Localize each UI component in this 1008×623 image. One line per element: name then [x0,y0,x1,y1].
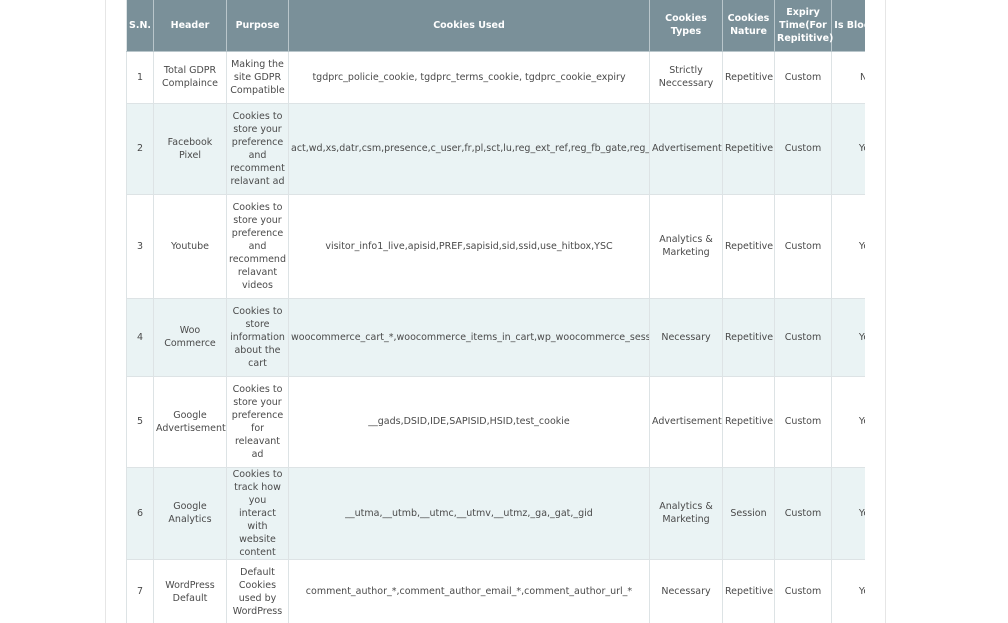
table-row: 3 Youtube Cookies to store your preferen… [126,194,865,299]
header-expiry-time: Expiry Time(For Repititive) [774,0,833,52]
header-cookies-nature: Cookies Nature [722,0,775,52]
cell-purpose: Cookies to store your preference and rec… [226,194,289,299]
header-sn: S.N. [126,0,154,52]
table-row: 1 Total GDPR Complaince Making the site … [126,51,865,104]
cell-expiry: Custom [774,298,832,377]
table-header-row: S.N. Header Purpose Cookies Used Cookies… [126,0,865,52]
cell-cookies-used: __utma,__utmb,__utmc,__utmv,__utmz,_ga,_… [288,467,650,560]
cell-cookies-used: tgdprc_policie_cookie, tgdprc_terms_cook… [288,51,650,104]
cell-sn: 3 [126,194,154,299]
header-purpose: Purpose [226,0,289,52]
cell-cookies-type: Analytics & Marketing [649,194,723,299]
cell-blockable: Yes [831,194,865,299]
cell-purpose: Cookies to store your preference for rel… [226,376,289,468]
table-row: 5 Google Advertisement Cookies to store … [126,376,865,468]
cell-header: Google Analytics [153,467,227,560]
cell-cookies-used: woocommerce_cart_*,woocommerce_items_in_… [288,298,650,377]
header-cookies-types: Cookies Types [649,0,723,52]
cell-blockable: Yes [831,103,865,195]
cell-header: Google Advertisement [153,376,227,468]
table-row: 2 Facebook Pixel Cookies to store your p… [126,103,865,195]
cell-blockable: Yes [831,467,865,560]
cell-sn: 1 [126,51,154,104]
cell-cookies-type: Advertisement [649,376,723,468]
cell-cookies-used: comment_author_*,comment_author_email_*,… [288,559,650,623]
cell-expiry: Custom [774,559,832,623]
cell-expiry: Custom [774,103,832,195]
table-row: 7 WordPress Default Default Cookies used… [126,559,865,623]
cell-header: WordPress Default [153,559,227,623]
cell-cookies-nature: Repetitive [722,376,775,468]
cell-sn: 4 [126,298,154,377]
cell-cookies-used: __gads,DSID,IDE,SAPISID,HSID,test_cookie [288,376,650,468]
cell-cookies-type: Analytics & Marketing [649,467,723,560]
cell-header: Total GDPR Complaince [153,51,227,104]
cell-blockable: Yes [831,376,865,468]
cell-blockable: Yes [831,559,865,623]
cell-cookies-type: Strictly Neccessary [649,51,723,104]
cell-header: Youtube [153,194,227,299]
cell-expiry: Custom [774,51,832,104]
cell-expiry: Custom [774,467,832,560]
cell-header: Facebook Pixel [153,103,227,195]
cell-header: Woo Commerce [153,298,227,377]
cell-cookies-nature: Session [722,467,775,560]
cell-cookies-nature: Repetitive [722,298,775,377]
cell-cookies-nature: Repetitive [722,103,775,195]
cell-sn: 7 [126,559,154,623]
cell-cookies-type: Necessary [649,559,723,623]
header-is-blockable: Is Blockable [831,0,865,52]
cell-cookies-nature: Repetitive [722,194,775,299]
cell-purpose: Making the site GDPR Compatible [226,51,289,104]
cell-sn: 6 [126,467,154,560]
cell-purpose: Cookies to store your preference and rec… [226,103,289,195]
header-cookies-used: Cookies Used [288,0,650,52]
cell-cookies-used: visitor_info1_live,apisid,PREF,sapisid,s… [288,194,650,299]
cell-cookies-used: act,wd,xs,datr,csm,presence,c_user,fr,pl… [288,103,650,195]
cell-cookies-nature: Repetitive [722,51,775,104]
header-header: Header [153,0,227,52]
table-row: 4 Woo Commerce Cookies to store informat… [126,298,865,377]
cell-cookies-nature: Repetitive [722,559,775,623]
cell-purpose: Cookies to store information about the c… [226,298,289,377]
cell-blockable: Yes [831,298,865,377]
cell-cookies-type: Necessary [649,298,723,377]
table-row: 6 Google Analytics Cookies to track how … [126,467,865,560]
cell-purpose: Default Cookies used by WordPress [226,559,289,623]
cell-expiry: Custom [774,194,832,299]
cell-blockable: No [831,51,865,104]
cookie-table: S.N. Header Purpose Cookies Used Cookies… [126,0,865,623]
cell-purpose: Cookies to track how you interact with w… [226,467,289,560]
cell-expiry: Custom [774,376,832,468]
cell-cookies-type: Advertisement [649,103,723,195]
cookie-table-container[interactable]: S.N. Header Purpose Cookies Used Cookies… [126,0,865,623]
cell-sn: 5 [126,376,154,468]
cell-sn: 2 [126,103,154,195]
